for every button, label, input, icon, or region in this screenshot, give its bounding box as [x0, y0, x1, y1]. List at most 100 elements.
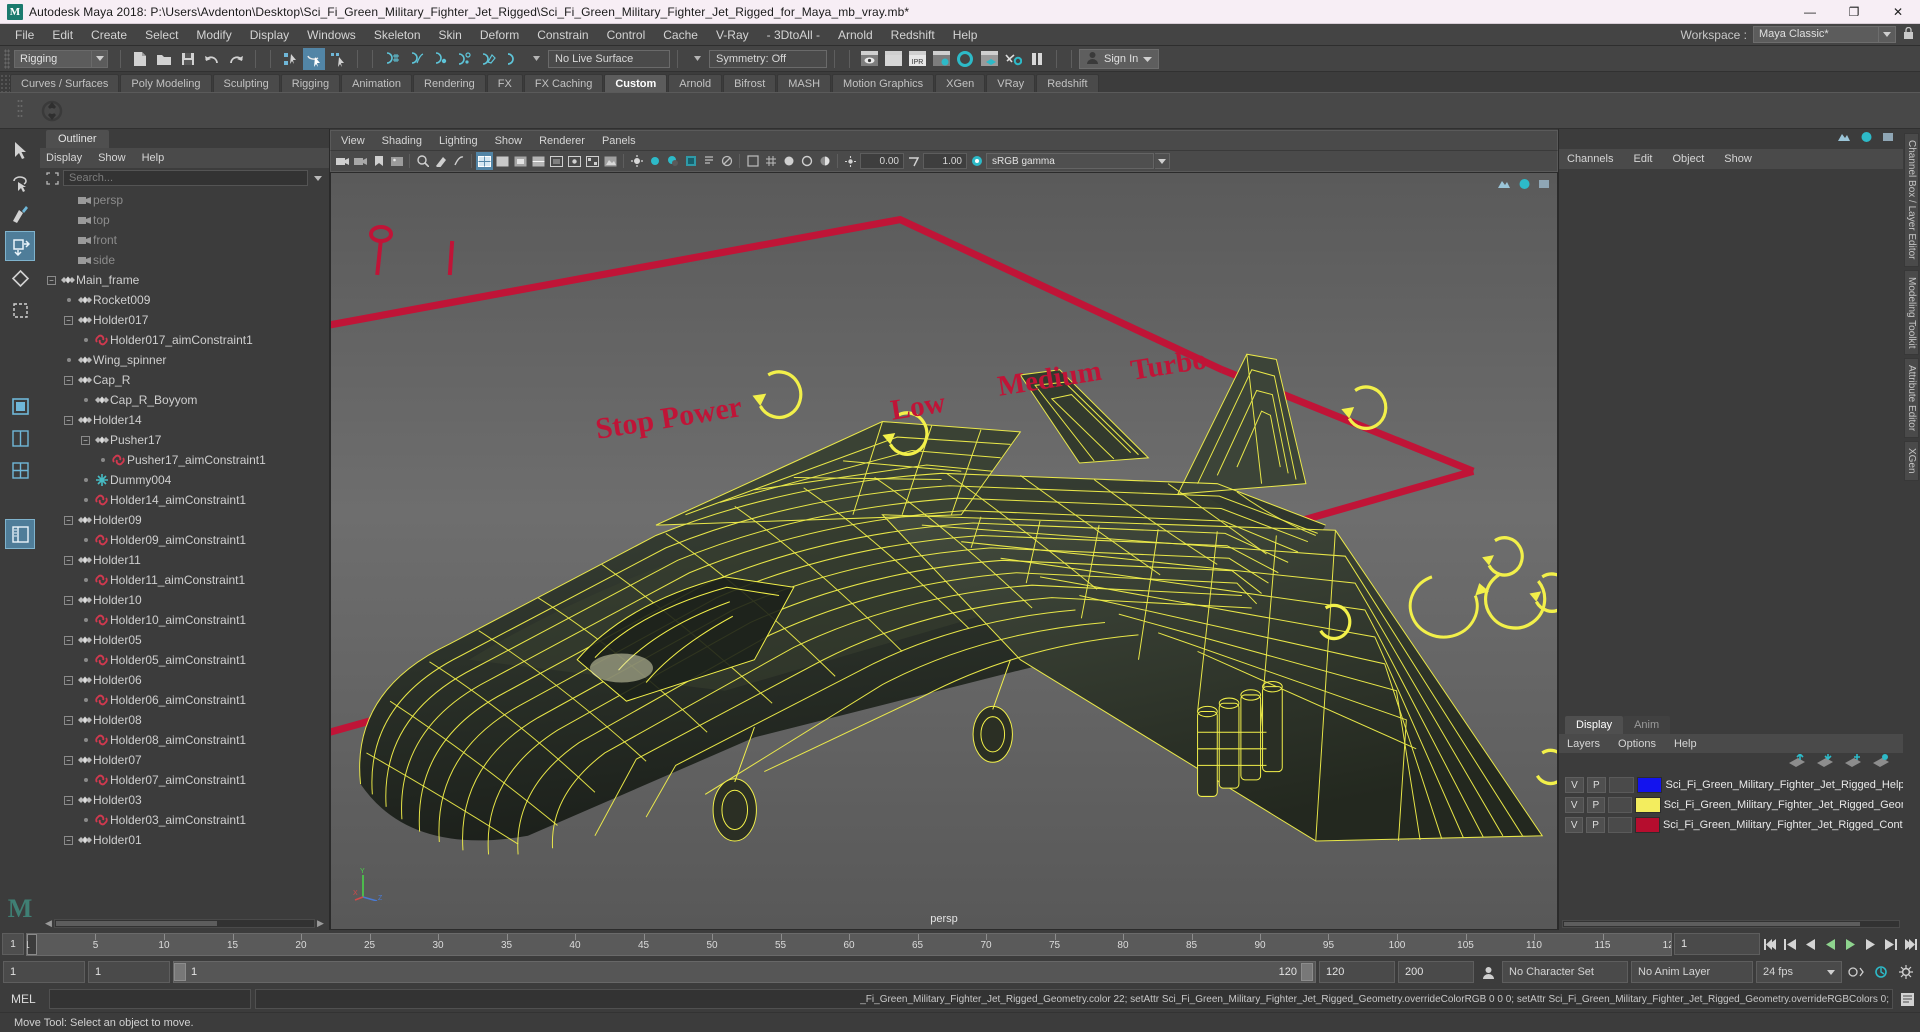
scale-tool-icon[interactable]: [5, 295, 35, 325]
outliner-item-rocket009[interactable]: Rocket009: [40, 290, 329, 310]
smooth-shade-all-icon[interactable]: [494, 152, 511, 170]
range-start-handle[interactable]: [174, 963, 186, 981]
scroll-left-icon[interactable]: ◀: [43, 918, 54, 929]
workspace-value[interactable]: Maya Classic*: [1753, 26, 1879, 43]
outliner-menu-display[interactable]: Display: [46, 152, 82, 164]
layer-menu-options[interactable]: Options: [1618, 738, 1656, 750]
move-tool-icon[interactable]: [5, 231, 35, 261]
viewport-viewcube-icon[interactable]: [1538, 177, 1551, 195]
viewport-menu-show[interactable]: Show: [495, 135, 523, 147]
menu-item-select[interactable]: Select: [136, 24, 187, 46]
outliner-item-holder05_aimconstraint1[interactable]: Holder05_aimConstraint1: [40, 650, 329, 670]
color-space-chevron-icon[interactable]: [1155, 153, 1170, 169]
expand-collapse-icon[interactable]: −: [63, 315, 74, 326]
lasso-tool-icon[interactable]: [5, 167, 35, 197]
layer-visibility-toggle[interactable]: V: [1565, 797, 1584, 813]
outliner-item-pusher17[interactable]: − Pusher17: [40, 430, 329, 450]
menu-item-windows[interactable]: Windows: [298, 24, 365, 46]
layer-state-toggle[interactable]: [1607, 817, 1632, 833]
outliner-item-holder05[interactable]: − Holder05: [40, 630, 329, 650]
layout-two-pane-icon[interactable]: [5, 423, 35, 453]
outliner-item-holder03_aimconstraint1[interactable]: Holder03_aimConstraint1: [40, 810, 329, 830]
step-back-key-icon[interactable]: [1780, 933, 1800, 955]
expand-collapse-icon[interactable]: −: [46, 275, 57, 286]
preferences-gear-icon[interactable]: [1895, 961, 1917, 983]
tab-display-layers[interactable]: Display: [1565, 716, 1624, 734]
chevron-down-icon[interactable]: [1879, 26, 1896, 43]
select-object-icon[interactable]: [303, 47, 325, 70]
close-button[interactable]: ✕: [1876, 0, 1920, 24]
menu-item-redshift[interactable]: Redshift: [882, 24, 944, 46]
layer-visibility-toggle[interactable]: V: [1565, 817, 1584, 833]
shelf-tab-motion-graphics[interactable]: Motion Graphics: [832, 74, 935, 92]
outliner-item-cap_r_boyyom[interactable]: Cap_R_Boyyom: [40, 390, 329, 410]
scrollbar-track[interactable]: [1562, 920, 1900, 928]
viewport-menu-lighting[interactable]: Lighting: [439, 135, 478, 147]
menu-item-display[interactable]: Display: [241, 24, 298, 46]
outliner-item-holder11_aimconstraint1[interactable]: Holder11_aimConstraint1: [40, 570, 329, 590]
vtab-channel-box-layer-editor[interactable]: Channel Box / Layer Editor: [1904, 133, 1919, 267]
exposure-value-field[interactable]: 0.00: [860, 153, 904, 169]
shelf-tab-bifrost[interactable]: Bifrost: [723, 74, 777, 92]
channelbox-menu-object[interactable]: Object: [1672, 153, 1704, 165]
new-layer-from-selected-icon[interactable]: [1873, 754, 1889, 772]
outliner-item-main_frame[interactable]: − Main_frame: [40, 270, 329, 290]
shelf-grip[interactable]: [0, 74, 10, 92]
layer-playback-toggle[interactable]: P: [1586, 777, 1606, 793]
scrollbar-thumb[interactable]: [56, 921, 217, 926]
scrollbar-thumb[interactable]: [1564, 922, 1860, 926]
shelf-grip-icon[interactable]: [4, 95, 36, 127]
anim-layer-selector[interactable]: No Anim Layer: [1631, 961, 1753, 983]
vtab-attribute-editor[interactable]: Attribute Editor: [1904, 358, 1919, 439]
snap-to-grid-icon[interactable]: [381, 48, 403, 70]
range-end-handle[interactable]: [1301, 963, 1313, 981]
outliner-item-holder07[interactable]: − Holder07: [40, 750, 329, 770]
menu-item-cache[interactable]: Cache: [654, 24, 707, 46]
outliner-item-holder017_aimconstraint1[interactable]: Holder017_aimConstraint1: [40, 330, 329, 350]
select-hierarchy-icon[interactable]: [279, 48, 301, 70]
resolution-gate-icon[interactable]: [798, 152, 815, 170]
viewport-menu-renderer[interactable]: Renderer: [539, 135, 585, 147]
animation-preferences-icon[interactable]: [1870, 961, 1892, 983]
layer-row[interactable]: V P Sci_Fi_Green_Military_Fighter_Jet_Rigg…: [1559, 795, 1903, 815]
move-layer-up-icon[interactable]: [1789, 752, 1805, 772]
current-frame-field[interactable]: 1: [1674, 933, 1760, 955]
outliner-item-holder03[interactable]: − Holder03: [40, 790, 329, 810]
range-start-field[interactable]: 1: [3, 961, 85, 983]
vtab-modeling-toolkit[interactable]: Modeling Toolkit: [1904, 269, 1919, 356]
layer-visibility-toggle[interactable]: V: [1565, 777, 1584, 793]
step-forward-key-icon[interactable]: [1880, 933, 1900, 955]
outliner-item-holder11[interactable]: − Holder11: [40, 550, 329, 570]
shelf-tab-poly-modeling[interactable]: Poly Modeling: [120, 74, 212, 92]
multisample-aa-icon[interactable]: [718, 152, 735, 170]
panel-layout-icon[interactable]: [1882, 130, 1895, 148]
expand-collapse-icon[interactable]: −: [63, 635, 74, 646]
menu-item-skeleton[interactable]: Skeleton: [365, 24, 430, 46]
outliner-item-holder09[interactable]: − Holder09: [40, 510, 329, 530]
color-space-selector[interactable]: sRGB gamma: [986, 153, 1154, 169]
outliner-item-holder14[interactable]: − Holder14: [40, 410, 329, 430]
range-end-field[interactable]: 120: [1319, 961, 1395, 983]
two-d-pan-zoom-icon[interactable]: [414, 152, 431, 170]
menu-item-modify[interactable]: Modify: [187, 24, 240, 46]
menu-item-help[interactable]: Help: [944, 24, 987, 46]
restore-button[interactable]: ❐: [1832, 0, 1876, 24]
menu-item-constrain[interactable]: Constrain: [528, 24, 597, 46]
step-back-frame-icon[interactable]: [1800, 933, 1820, 955]
redo-render-icon[interactable]: [882, 48, 904, 70]
shelf-tab-fx-caching[interactable]: FX Caching: [523, 74, 604, 92]
xray-active-components-icon[interactable]: [584, 152, 601, 170]
outliner-item-holder017[interactable]: − Holder017: [40, 310, 329, 330]
rotate-tool-icon[interactable]: [5, 263, 35, 293]
outliner-tree[interactable]: persp top front side − Main_frame Rocket009− Ho…: [40, 188, 329, 917]
range-start-inner-field[interactable]: 1: [88, 961, 170, 983]
select-camera-icon[interactable]: [334, 152, 351, 170]
layer-color-swatch[interactable]: [1636, 777, 1663, 793]
viewport-menu-view[interactable]: View: [341, 135, 365, 147]
layer-color-swatch[interactable]: [1634, 817, 1660, 833]
outliner-item-side[interactable]: side: [40, 250, 329, 270]
expand-collapse-icon[interactable]: −: [63, 515, 74, 526]
layer-playback-toggle[interactable]: P: [1586, 797, 1606, 813]
outliner-item-holder08[interactable]: − Holder08: [40, 710, 329, 730]
shelf-tab-xgen[interactable]: XGen: [935, 74, 986, 92]
